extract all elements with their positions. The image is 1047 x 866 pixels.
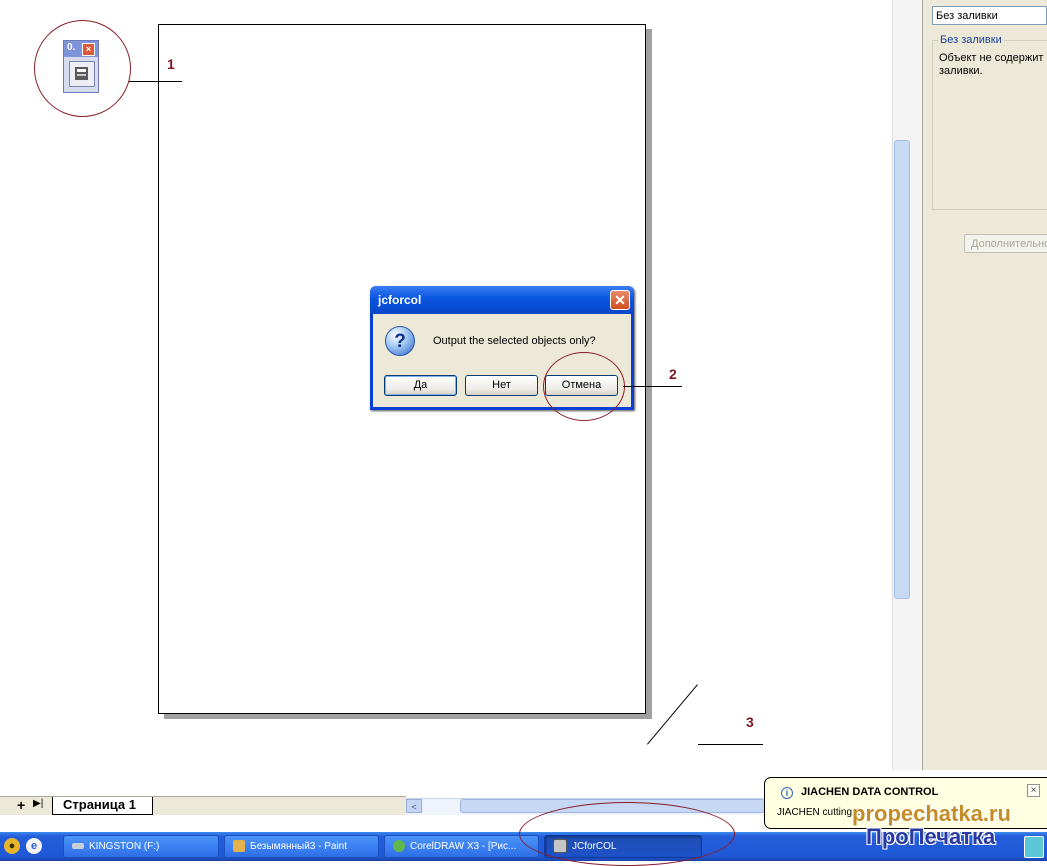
no-button[interactable]: Нет [465, 375, 538, 396]
quicklaunch-media-icon[interactable]: ● [4, 838, 20, 854]
annotation-leader-2 [623, 386, 682, 387]
close-icon[interactable]: ✕ [610, 290, 630, 310]
balloon-title: JIACHEN DATA CONTROL [801, 786, 939, 798]
taskbar-item-label: KINGSTON (F:) [89, 841, 160, 852]
taskbar-item-coreldraw[interactable]: CorelDRAW X3 - [Рис... [384, 835, 539, 858]
mini-toolbar-label: 0. [67, 42, 76, 53]
annotation-leader-1 [129, 81, 182, 82]
yes-button[interactable]: Да [384, 375, 457, 396]
annotation-number-1: 1 [167, 56, 175, 72]
tab-page-1[interactable]: Страница 1 [52, 797, 153, 815]
printer-icon [75, 67, 88, 80]
dialog-titlebar[interactable]: jcforcol ✕ [370, 286, 634, 314]
dialog-message: Output the selected objects only? [433, 335, 596, 347]
fill-type-select[interactable]: Без заливки [932, 6, 1047, 25]
quicklaunch-browser-icon[interactable]: e [26, 838, 42, 854]
close-icon[interactable]: × [1027, 784, 1040, 797]
scroll-left-icon[interactable]: < [406, 799, 422, 813]
mini-toolbar-titlebar: 0. × [64, 41, 98, 57]
fill-description: Объект не содержит заливки. [939, 52, 1044, 77]
coreldraw-icon [393, 840, 405, 853]
tray-jiachen-icon[interactable] [1024, 836, 1044, 858]
annotation-leader-3-horizontal [698, 744, 763, 745]
info-icon: i [781, 787, 793, 799]
annotation-number-3: 3 [746, 714, 754, 730]
jcforcol-mini-toolbar[interactable]: 0. × [63, 40, 99, 93]
balloon-text: JIACHEN cutting ... [777, 807, 864, 818]
taskbar-item-paint[interactable]: Безымянный3 - Paint [224, 835, 379, 858]
taskbar-item-label: Безымянный3 - Paint [250, 841, 348, 852]
dialog-title: jcforcol [378, 293, 422, 307]
taskbar-item-label: CorelDRAW X3 - [Рис... [410, 841, 517, 852]
more-options-button[interactable]: Дополнительно [964, 234, 1047, 253]
add-page-icon[interactable]: + [17, 797, 25, 813]
output-plotter-button[interactable] [69, 61, 95, 87]
close-icon[interactable]: × [82, 43, 95, 56]
drive-icon [72, 843, 84, 850]
taskbar-item-kingston[interactable]: KINGSTON (F:) [63, 835, 219, 858]
question-icon: ? [385, 326, 415, 356]
fill-group-title: Без заливки [938, 34, 1004, 46]
annotation-leader-3-diagonal [647, 684, 698, 745]
last-page-icon[interactable]: ▶| [33, 798, 43, 809]
annotation-ellipse-3 [519, 802, 735, 866]
watermark-brand: ПроПечатка [866, 824, 996, 849]
annotation-number-2: 2 [669, 366, 677, 382]
paint-icon [233, 840, 245, 853]
docker-scrollbar-thumb[interactable] [894, 140, 910, 599]
annotation-circle-2 [543, 352, 625, 421]
